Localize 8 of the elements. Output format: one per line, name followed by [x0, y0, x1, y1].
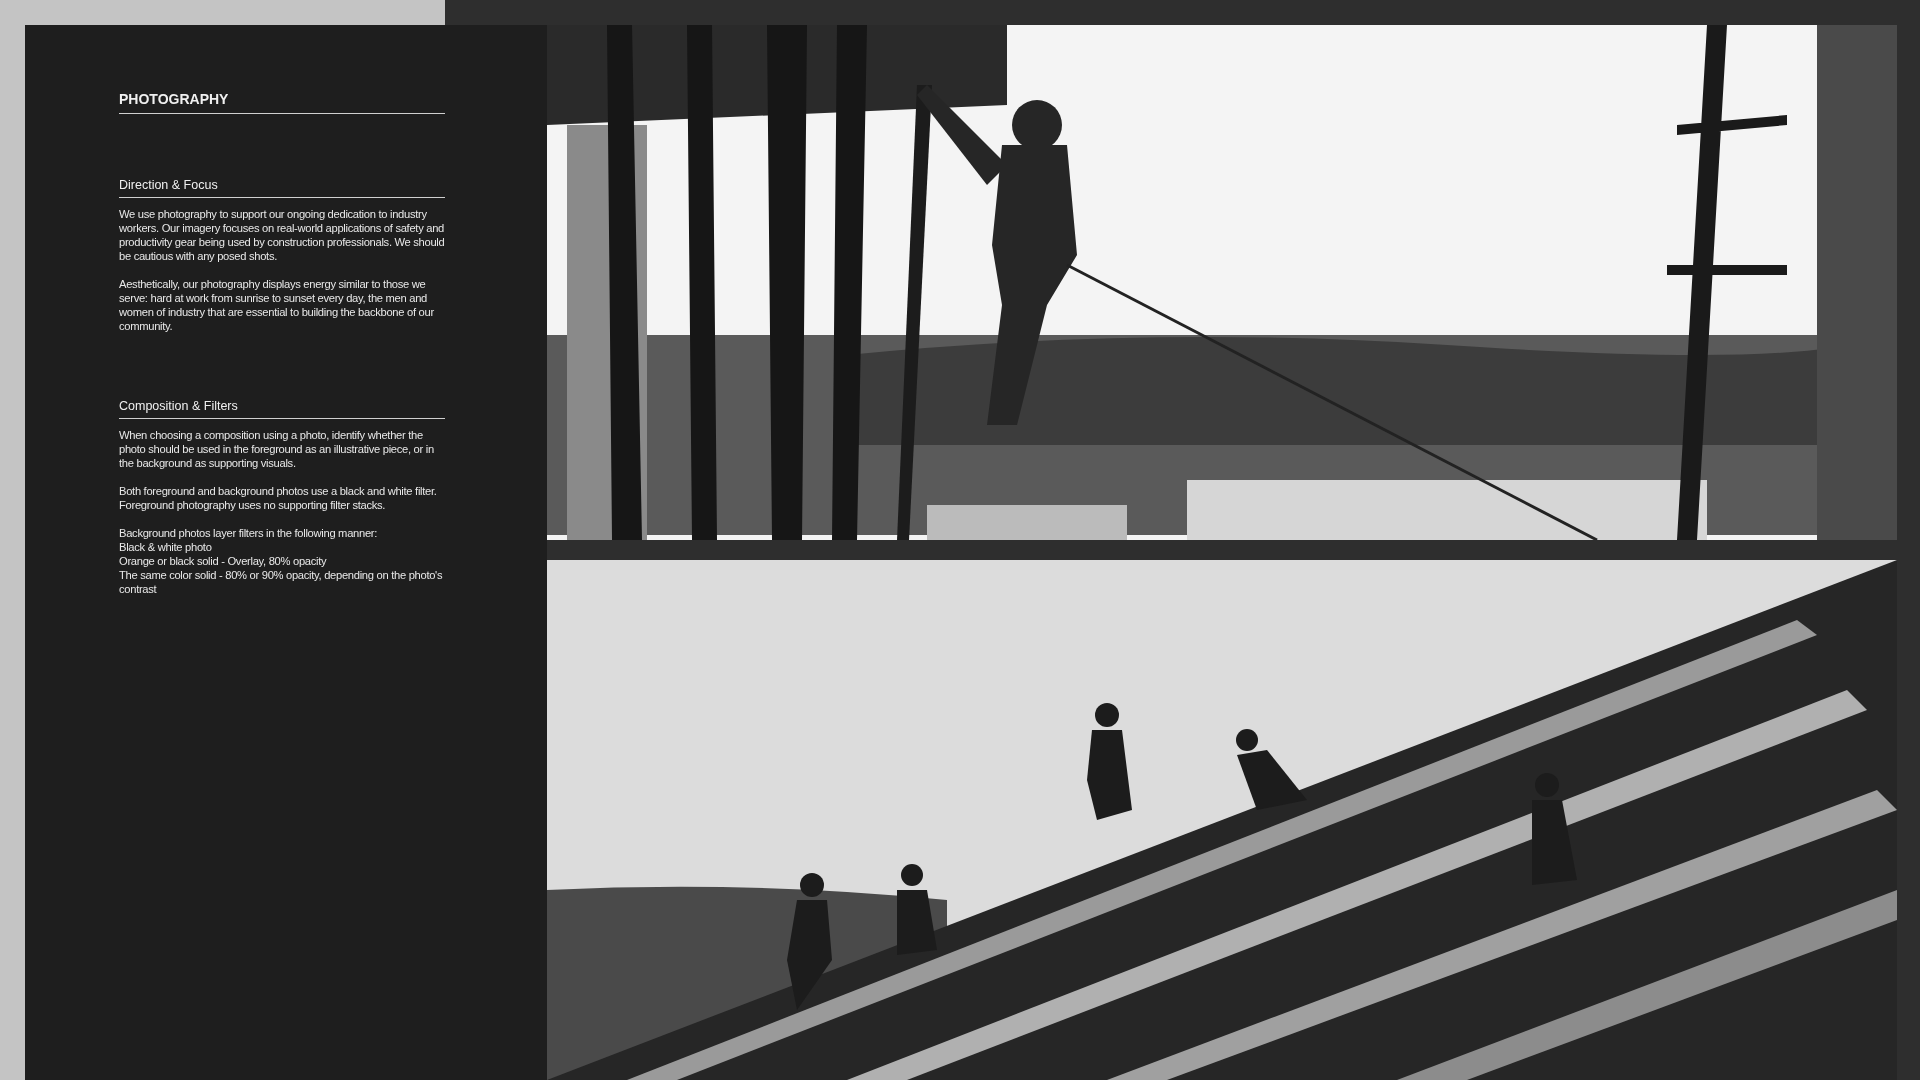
paragraph: We use photography to support our ongoing dedication to industry workers. Our imagery focuses on real-world applications of safety and productivity gear being used by construction professionals. We should be cautious with any posed shots.	[119, 207, 445, 263]
paragraph: Both foreground and background photos use a black and white filter. Foreground photography uses no supporting filter stacks.	[119, 484, 438, 512]
paragraph: When choosing a composition using a photo, identify whether the photo should be used in the foreground as an illustrative piece, or in the background as supporting visuals.	[119, 428, 435, 470]
paragraph: Background photos layer filters in the following manner: Black & white photo Orange or black solid - Overlay, 80% opacity The same color solid - 80% or 90% opacity, depending on the photo's contrast	[119, 526, 444, 596]
section-heading: Composition & Filters	[119, 399, 445, 419]
paragraph: Aesthetically, our photography displays energy similar to those we serve: hard at work from sunrise to sunset every day, the men and women of industry that are essential to building the backbone of our community.	[119, 277, 435, 333]
page-title: PHOTOGRAPHY	[119, 91, 445, 114]
section-heading: Direction & Focus	[119, 178, 445, 198]
